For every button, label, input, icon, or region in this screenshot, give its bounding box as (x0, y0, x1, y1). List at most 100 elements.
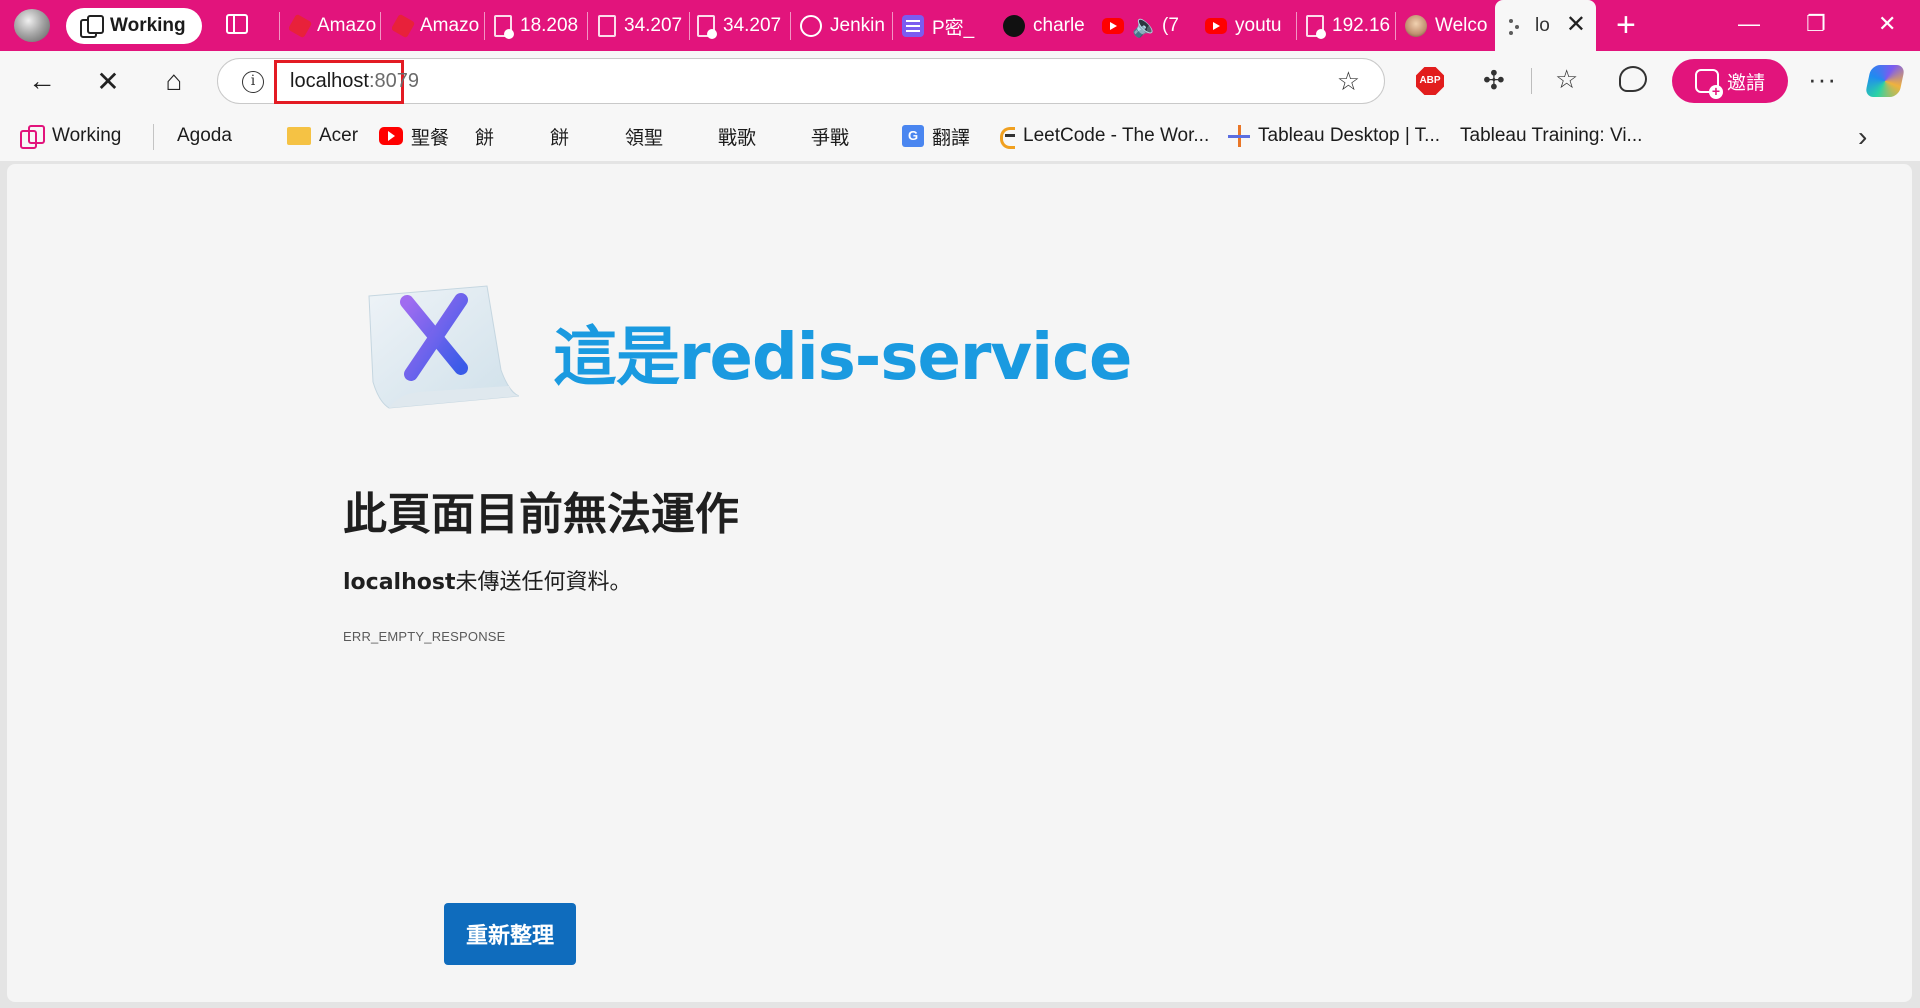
tab-active-localhost[interactable]: lo ✕ (1495, 0, 1596, 51)
site-info-icon[interactable]: i (242, 71, 264, 93)
back-button[interactable]: ← (25, 64, 59, 98)
invite-button[interactable]: 邀請 (1672, 59, 1788, 103)
tab-divider (1296, 12, 1297, 40)
adblock-plus-icon[interactable]: ABP (1416, 67, 1444, 95)
bookmark-label: Tableau Desktop | T... (1258, 125, 1441, 146)
tab-github[interactable]: charle (1003, 8, 1093, 44)
bookmark-divider (153, 124, 154, 150)
tab-title: P密_ (932, 17, 975, 39)
aws-cube-icon (392, 13, 416, 39)
github-icon (1003, 15, 1025, 37)
workspaces-button[interactable]: Working (66, 8, 202, 44)
tab-divider (587, 12, 588, 40)
leetcode-icon (997, 125, 1015, 149)
address-bar[interactable]: i localhost:8079 ☆ (217, 58, 1385, 104)
bookmark-label: 餅 (475, 127, 495, 149)
bookmark-war-song[interactable]: 戰歌 (718, 122, 757, 307)
tab-divider (790, 12, 791, 40)
bookmark-label: 翻譯 (932, 127, 971, 149)
tab-title: Amazo (420, 15, 480, 36)
banner-text: 這是redis-service (553, 321, 1132, 395)
bookmarks-bar: Working Agoda Acer 聖餐 餅 餅 領聖 戰歌 爭戰 G 翻譯 … (0, 111, 1920, 307)
bookmark-label: 戰歌 (718, 127, 757, 149)
youtube-icon (1205, 18, 1227, 34)
chat-icon[interactable] (1619, 66, 1647, 92)
bookmark-battle[interactable]: 爭戰 (811, 122, 850, 307)
bookmark-ling-sheng[interactable]: 領聖 (625, 122, 664, 307)
folder-icon (287, 127, 311, 145)
close-window-button[interactable]: ✕ (1878, 12, 1896, 36)
new-tab-button[interactable]: + (1616, 8, 1636, 42)
tab-actions-icon[interactable] (226, 14, 248, 34)
bookmark-tableau-desktop[interactable]: Tableau Desktop | T... (1228, 122, 1440, 150)
tab-title: Amazo (317, 15, 377, 36)
avatar-icon (1405, 15, 1427, 37)
favorites-icon[interactable]: ☆ (1555, 65, 1578, 93)
error-host: localhost (343, 570, 456, 595)
tab-title: (7 (1162, 15, 1179, 36)
bookmark-label: 領聖 (625, 127, 664, 149)
bookmark-agoda[interactable]: Agoda (177, 122, 232, 307)
bookmark-tableau-training[interactable]: Tableau Training: Vi... (1460, 122, 1642, 307)
tab-welcome[interactable]: Welco (1405, 8, 1491, 44)
tab-title: youtu (1235, 15, 1282, 36)
bookmark-label: Working (52, 125, 122, 146)
bookmark-bread-2[interactable]: 餅 (550, 122, 574, 307)
tab-jenkins[interactable]: Jenkin (800, 8, 888, 44)
aws-cube-icon (289, 13, 313, 39)
bookmark-holy-communion[interactable]: 聖餐 (379, 122, 449, 150)
page-content: 這是redis-service 此頁面目前無法運作 localhost未傳送任何… (7, 164, 1912, 1002)
bookmark-label: 餅 (550, 127, 570, 149)
bookmark-leetcode[interactable]: LeetCode - The Wor... (997, 122, 1209, 150)
bookmark-translate[interactable]: G 翻譯 (902, 122, 970, 150)
tab-amazon-2[interactable]: Amazo (392, 8, 480, 44)
youtube-icon (1102, 18, 1124, 34)
tab-amazon-1[interactable]: Amazo (289, 8, 377, 44)
chevron-right-icon[interactable]: › (1858, 121, 1867, 153)
error-title: 此頁面目前無法運作 (343, 489, 739, 540)
bookmark-label: 爭戰 (811, 127, 850, 149)
restore-button[interactable]: ❐ (1806, 12, 1826, 36)
toolbar: ← ✕ ⌂ i localhost:8079 ☆ ABP ✣ ☆ 邀請 ··· (0, 51, 1920, 111)
tab-divider (892, 12, 893, 40)
invite-label: 邀請 (1726, 72, 1765, 94)
url-text[interactable]: localhost:8079 (290, 70, 419, 93)
tab-p-secret[interactable]: P密_ (902, 8, 990, 44)
tab-divider (1395, 12, 1396, 40)
tab-title: charle (1033, 15, 1085, 36)
tab-title: 18.208 (520, 15, 579, 36)
profile-avatar[interactable] (14, 9, 50, 42)
tab-divider (380, 12, 381, 40)
title-bar: Working Amazo Amazo 18.208 34.207 34.207… (0, 0, 1920, 51)
bookmark-acer[interactable]: Acer (287, 122, 358, 150)
workspace-label: Working (110, 15, 186, 36)
broken-pdf-icon (697, 15, 717, 39)
more-menu-icon[interactable]: ··· (1808, 64, 1837, 95)
home-button[interactable]: ⌂ (157, 64, 191, 98)
tab-18-208[interactable]: 18.208 (494, 8, 584, 44)
workspaces-icon (80, 15, 104, 38)
tab-34-207-a[interactable]: 34.207 (598, 8, 686, 44)
minimize-button[interactable]: — (1738, 12, 1760, 36)
reload-button[interactable]: 重新整理 (444, 903, 576, 965)
youtube-icon (379, 127, 403, 145)
tab-34-207-b[interactable]: 34.207 (697, 8, 787, 44)
tab-192-16[interactable]: 192.16 (1306, 8, 1392, 44)
stop-loading-button[interactable]: ✕ (91, 64, 125, 98)
speaker-icon[interactable]: 🔈 (1132, 15, 1159, 37)
broken-page-x-icon (368, 285, 519, 409)
tableau-icon (1228, 125, 1250, 147)
tab-divider (689, 12, 690, 40)
toolbar-divider (1531, 68, 1532, 94)
extensions-icon[interactable]: ✣ (1483, 66, 1511, 94)
tab-youtube[interactable]: youtu (1205, 8, 1293, 44)
chatgpt-icon (800, 15, 822, 37)
close-tab-icon[interactable]: ✕ (1566, 13, 1586, 37)
bookmark-working[interactable]: Working (20, 122, 121, 150)
tab-title: Welco (1435, 15, 1488, 36)
tab-title: Jenkin (830, 15, 885, 36)
bookmark-bread-1[interactable]: 餅 (475, 122, 499, 307)
tab-youtube-playing[interactable]: 🔈 (7 (1102, 8, 1190, 44)
copilot-icon[interactable] (1864, 65, 1906, 97)
favorite-star-icon[interactable]: ☆ (1337, 68, 1360, 94)
